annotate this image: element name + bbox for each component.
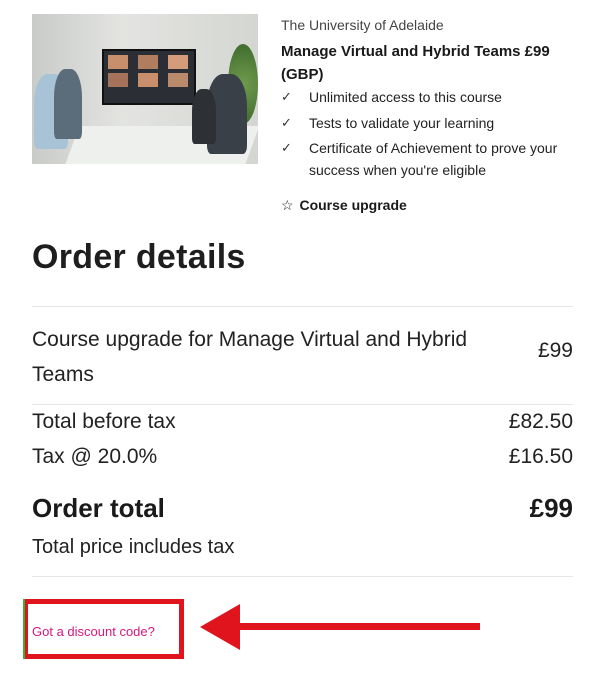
order-total-label: Order total <box>32 493 165 523</box>
star-outline-icon: ☆ <box>281 197 294 213</box>
check-icon: ✓ <box>281 140 292 155</box>
check-icon: ✓ <box>281 89 292 104</box>
course-thumbnail-image <box>32 14 258 164</box>
course-provider: The University of Adelaide <box>281 17 444 33</box>
feature-label: Unlimited access to this course <box>309 89 502 105</box>
video-call-screen <box>102 49 196 105</box>
subtotal-value: £82.50 <box>508 410 573 433</box>
feature-label: Tests to validate your learning <box>309 115 495 131</box>
feature-item: ✓ Certificate of Achievement to prove yo… <box>281 137 581 181</box>
course-title: Manage Virtual and Hybrid Teams £99 (GBP… <box>281 43 550 83</box>
order-details-heading: Order details <box>32 238 246 276</box>
feature-label: Certificate of Achievement to prove your… <box>309 140 558 178</box>
order-line-item-label: Course upgrade for Manage Virtual and Hy… <box>32 328 468 386</box>
tax-value: £16.50 <box>508 445 573 468</box>
divider <box>32 404 573 405</box>
annotation-arrow-icon <box>200 604 480 650</box>
tax-included-note: Total price includes tax <box>32 536 235 558</box>
order-line-item-price: £99 <box>537 339 573 362</box>
divider <box>32 306 573 307</box>
feature-item: ✓ Unlimited access to this course <box>281 86 581 108</box>
tax-label: Tax @ 20.0% <box>32 445 158 468</box>
subtotal-label: Total before tax <box>32 410 176 433</box>
feature-item: ✓ Tests to validate your learning <box>281 112 581 134</box>
check-icon: ✓ <box>281 115 292 130</box>
order-total-value: £99 <box>529 493 573 523</box>
upgrade-text: Course upgrade <box>299 197 407 213</box>
discount-code-link[interactable]: Got a discount code? <box>32 624 155 639</box>
product-summary: The University of Adelaide Manage Virtua… <box>32 14 577 214</box>
divider <box>32 576 573 577</box>
course-upgrade-label: ☆ Course upgrade <box>281 197 407 214</box>
